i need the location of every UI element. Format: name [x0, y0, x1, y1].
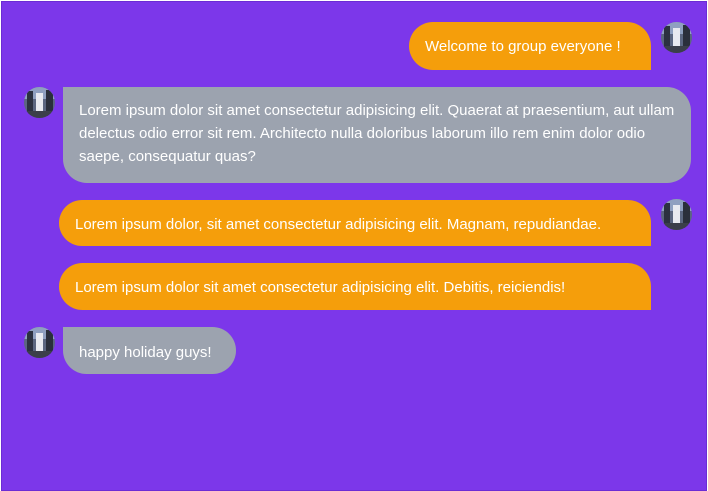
message-text: happy holiday guys!: [79, 344, 212, 361]
message-text: Welcome to group everyone !: [425, 38, 621, 55]
user-avatar-icon[interactable]: [24, 87, 55, 118]
user-avatar-icon[interactable]: [661, 22, 692, 53]
message-received: happy holiday guys!: [63, 327, 236, 374]
message-sent: Lorem ipsum dolor sit amet consectetur a…: [59, 263, 651, 310]
chat-window: Welcome to group everyone ! Lorem ipsum …: [1, 1, 707, 491]
user-avatar-icon[interactable]: [24, 327, 55, 358]
user-avatar-icon[interactable]: [661, 199, 692, 230]
message-received: Lorem ipsum dolor sit amet consectetur a…: [63, 87, 691, 183]
message-sent: Lorem ipsum dolor, sit amet consectetur …: [59, 200, 651, 246]
message-text: Lorem ipsum dolor, sit amet consectetur …: [75, 216, 602, 233]
message-text: Lorem ipsum dolor sit amet consectetur a…: [75, 279, 566, 296]
message-text: Lorem ipsum dolor sit amet consectetur a…: [79, 102, 675, 165]
message-sent: Welcome to group everyone !: [409, 22, 651, 70]
